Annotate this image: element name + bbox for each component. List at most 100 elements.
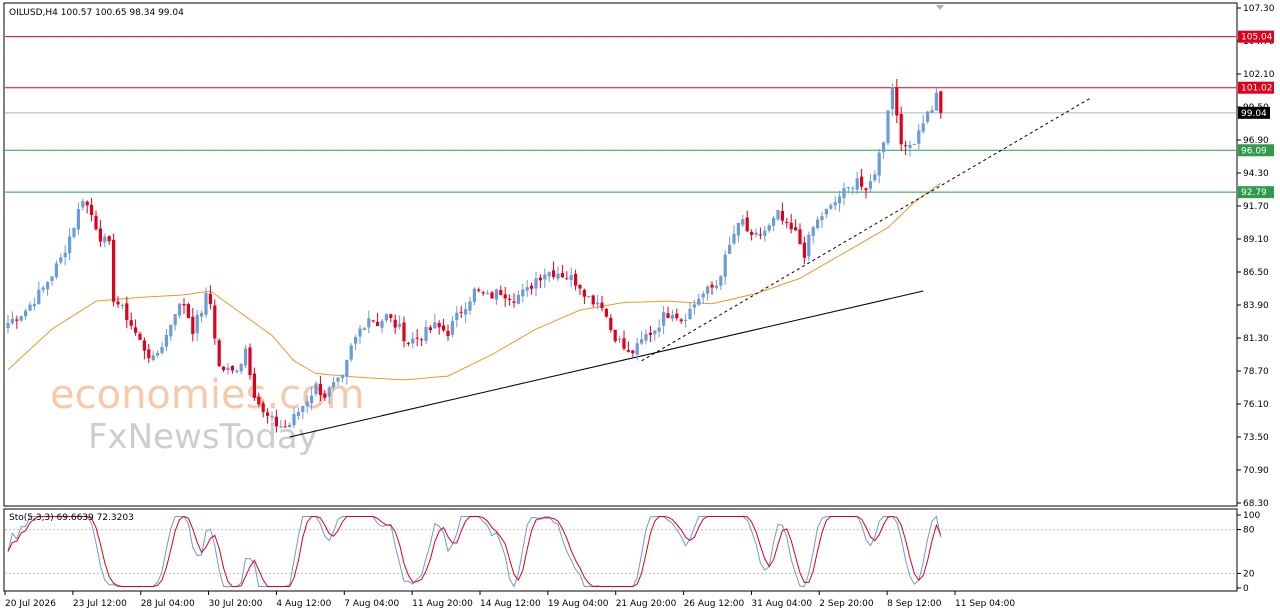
candle-body-bull [450,321,454,335]
y-tick-label: 70.90 [1243,466,1269,476]
main-header-label: OILUSD,H4 100.57 100.65 98.34 99.04 [9,8,184,18]
candle-body-bull [736,222,740,236]
candle-body-bull [468,301,472,311]
price-chart[interactable]: economies.com FxNewsToday 107.30104.7010… [0,0,1280,616]
candle-body-bull [10,318,14,324]
x-tick-label: 19 Aug 04:00 [548,599,609,609]
candle-body-bull [424,326,428,341]
candle-body-bear [402,322,406,342]
candle-body-bear [252,373,256,398]
scroll-marker-icon[interactable] [936,5,944,10]
candle-body-bull [151,355,155,360]
candle-body-bear [428,327,432,331]
candle-body-bull [367,318,371,328]
horizontal-levels [5,36,1236,193]
level-tag-label: 105.04 [1241,33,1273,43]
candle-body-bear [437,323,441,328]
candle-body-bull [63,252,67,258]
candle-body-bull [244,348,248,366]
candle-body-bull [662,312,666,326]
candle-body-bull [912,144,916,146]
candle-body-bear [318,383,322,395]
candle-body-bull [833,202,837,206]
candle-body-bull [398,323,402,327]
candle-body-bull [349,345,353,360]
price-axis: 107.30104.70102.1099.5096.9094.3091.7089… [1237,4,1275,509]
level-tag-label: 92.79 [1241,188,1267,198]
candle-body-bear [257,396,261,405]
candle-body-bear [283,426,287,428]
x-tick-label: 30 Jul 20:00 [209,599,263,609]
candle-body-bull [732,233,736,244]
y-tick-label: 83.90 [1243,301,1269,311]
candle-body-bear [631,350,635,354]
candle-body-bull [670,315,674,319]
candle-body-bull [908,144,912,149]
candle-body-bear [406,342,410,344]
y-tick-label: 76.10 [1243,400,1269,410]
candle-body-bull [706,286,710,294]
candle-body-bear [129,320,133,326]
candle-body-bull [6,322,10,328]
candle-body-bull [640,339,644,344]
candle-body-bull [873,174,877,181]
candle-body-bear [565,278,569,280]
stoch-tick-label: 80 [1243,526,1255,536]
candle-body-bull [890,87,894,110]
candle-body-bear [107,236,111,242]
candle-body-bull [547,272,551,277]
candle-body-bear [261,403,265,413]
x-tick-label: 23 Jul 12:00 [73,599,127,609]
candle-body-bull [934,92,938,111]
y-tick-label: 81.30 [1243,334,1269,344]
x-tick-label: 14 Aug 12:00 [480,599,541,609]
candle-body-bull [851,188,855,190]
candle-body-bull [50,276,54,281]
candle-body-bull [754,232,758,235]
candle-body-bull [829,205,833,209]
candle-body-bear [582,289,586,297]
candle-body-bear [415,337,419,339]
candle-body-bear [112,240,116,302]
candle-body-bear [389,314,393,318]
candle-body-bull [76,209,80,230]
candle-body-bear [217,340,221,367]
y-tick-label: 91.70 [1243,202,1269,212]
x-tick-label: 7 Aug 04:00 [344,599,399,609]
candle-body-bear [147,349,151,359]
candle-body-bear [503,294,507,299]
candle-body-bear [477,289,481,291]
candle-body-bear [574,273,578,286]
candle-body-bull [688,308,692,319]
candle-body-bear [864,188,868,191]
candle-body-bull [332,382,336,388]
time-axis: 20 Jul 2026 23 Jul 12:00 28 Jul 04:00 30 Ju… [4,591,1015,609]
candle-body-bull [886,110,890,144]
candle-body-bear [125,303,129,320]
stoch-tick-label: 0 [1243,584,1249,594]
candle-body-bear [710,284,714,288]
candle-body-bull [556,273,560,279]
candle-body-bear [508,298,512,301]
candle-body-bull [455,312,459,320]
candle-body-bull [24,310,28,317]
candle-body-bull [226,367,230,371]
candle-body-bull [807,234,811,257]
candle-body-bull [846,186,850,188]
candle-body-bear [895,87,899,116]
candle-body-bear [186,303,190,319]
candle-body-bear [591,295,595,305]
candle-body-bear [142,340,146,351]
candle-body-bull [494,289,498,300]
candle-body-bull [301,405,305,412]
trendlines [289,97,1091,438]
stoch-signal-line [7,515,942,587]
candle-body-bull [684,319,688,321]
candle-body-bull [173,314,177,325]
candle-body-bear [512,301,516,303]
candle-body-bear [609,317,613,331]
candle-body-bull [838,196,842,204]
candle-body-bull [160,346,164,353]
y-tick-label: 89.10 [1243,235,1269,245]
candle-body-bear [182,304,186,306]
